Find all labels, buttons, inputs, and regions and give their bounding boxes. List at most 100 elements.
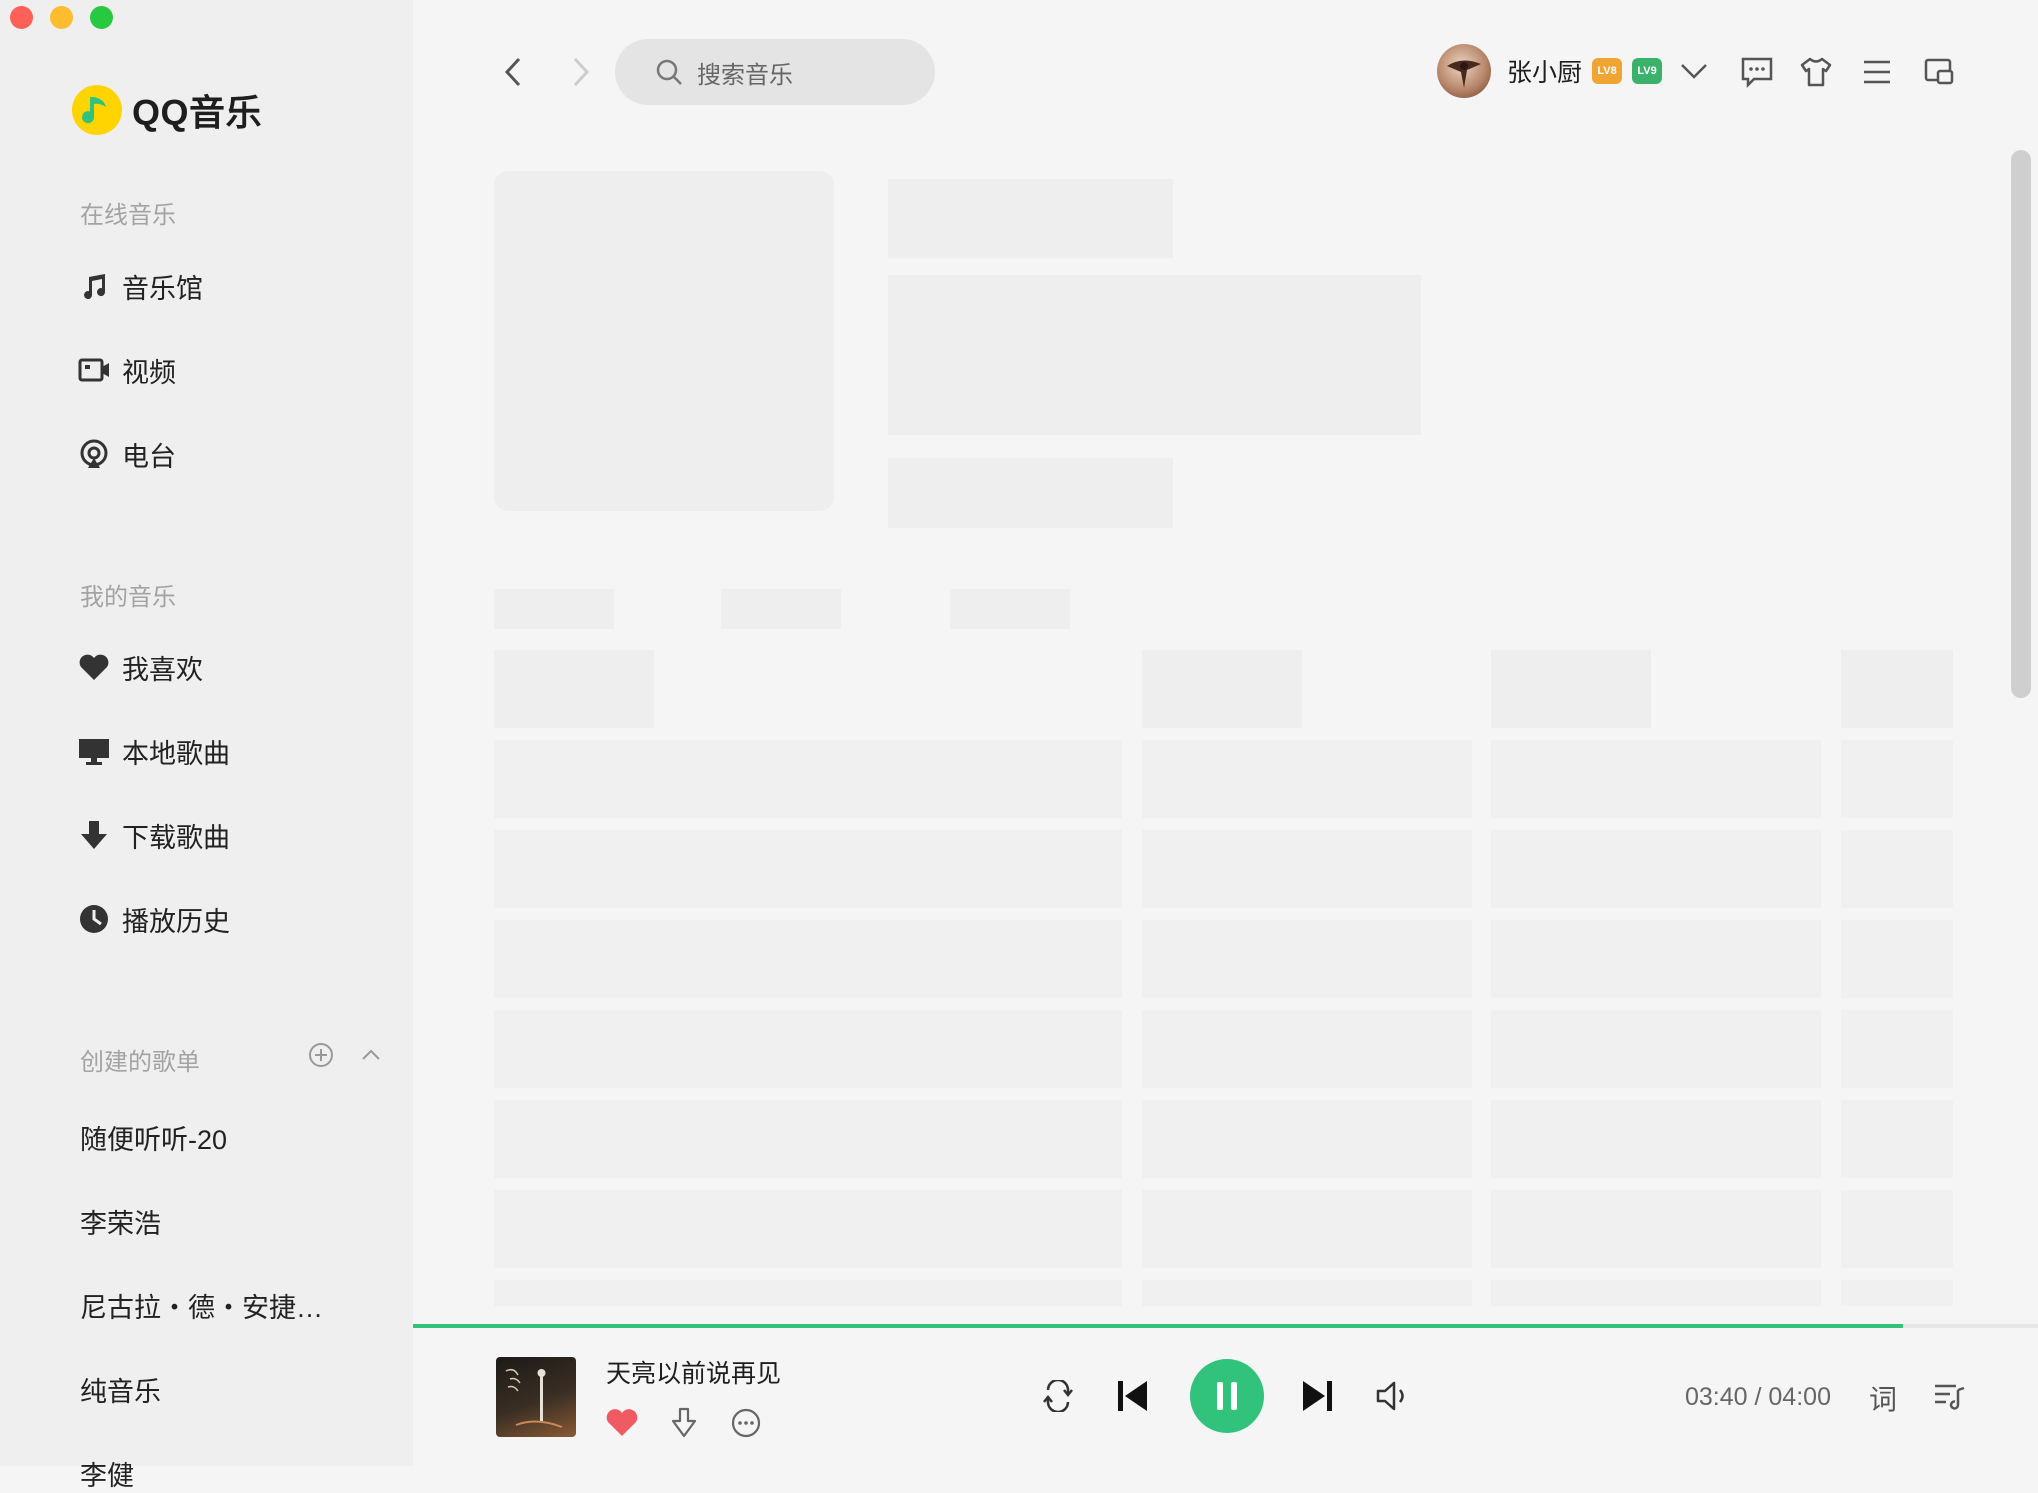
playlist-item[interactable]: 尼古拉・德・安捷… [80, 1286, 323, 1325]
search-placeholder: 搜索音乐 [697, 61, 793, 89]
sidebar-item-video[interactable]: 视频 [78, 348, 176, 392]
skeleton-row [1491, 830, 1821, 908]
chevron-down-icon[interactable] [1680, 62, 1708, 80]
sidebar-item-label: 我喜欢 [122, 654, 203, 685]
username[interactable]: 张小厨 [1507, 53, 1582, 89]
skeleton-row [1841, 1190, 1953, 1268]
user-account[interactable]: 张小厨 LV8 LV9 [1437, 44, 1708, 98]
monitor-icon [78, 735, 110, 767]
skeleton-row [1841, 740, 1953, 818]
skeleton-tab [494, 589, 614, 629]
sidebar-item-label: 下载歌曲 [122, 822, 230, 853]
collapse-chevron-up-icon[interactable] [356, 1040, 386, 1070]
song-actions [603, 1404, 789, 1442]
pause-icon [1212, 1379, 1242, 1413]
download-arrow-icon [78, 819, 110, 851]
skeleton-row [494, 1010, 1122, 1088]
skeleton-row [1841, 830, 1953, 908]
main-content: 搜索音乐 张小厨 LV8 LV9 天亮以前说再见 03:40 / 04:00 词 [413, 0, 2038, 1466]
window-maximize-button[interactable] [90, 6, 113, 29]
skeleton-row [494, 920, 1122, 998]
skeleton-cover [494, 171, 834, 511]
window-close-button[interactable] [10, 6, 33, 29]
app-window: QQ音乐 在线音乐 音乐馆 视频 电台 我的音乐 我喜欢 本地歌曲 下载歌曲 播… [0, 0, 2038, 1491]
messages-icon[interactable] [1737, 52, 1777, 92]
previous-track-icon[interactable] [1110, 1374, 1154, 1418]
clock-icon [78, 903, 110, 935]
music-note-icon [78, 270, 110, 302]
skeleton-block [888, 179, 1173, 258]
sidebar-item-label: 音乐馆 [122, 273, 203, 304]
like-heart-icon[interactable] [603, 1404, 641, 1442]
green-level-badge[interactable]: LV9 [1632, 58, 1663, 84]
skeleton-row [1491, 1010, 1821, 1088]
skeleton-row [1142, 1100, 1472, 1178]
sidebar-item-local-songs[interactable]: 本地歌曲 [78, 729, 230, 773]
menu-hamburger-icon[interactable] [1857, 52, 1897, 92]
play-pause-button[interactable] [1190, 1359, 1264, 1433]
avatar[interactable] [1437, 44, 1491, 98]
sidebar-item-label: 播放历史 [122, 906, 230, 937]
app-logo: QQ音乐 [72, 84, 262, 136]
sidebar-item-label: 电台 [122, 441, 176, 472]
skeleton-row [1841, 1010, 1953, 1088]
back-arrow-icon[interactable] [493, 52, 533, 92]
skeleton-block [888, 458, 1173, 528]
playlist-item[interactable]: 李荣浩 [80, 1202, 161, 1241]
album-cover[interactable] [496, 1357, 576, 1437]
playlist-item[interactable]: 随便听听-20 [80, 1118, 227, 1157]
time-separator: / [1747, 1383, 1769, 1411]
skeleton-row [1491, 920, 1821, 998]
search-icon [655, 58, 683, 86]
mini-mode-icon[interactable] [1919, 52, 1959, 92]
search-input[interactable]: 搜索音乐 [615, 39, 935, 105]
skeleton-row [494, 740, 1122, 818]
download-icon[interactable] [665, 1404, 703, 1442]
add-playlist-icon[interactable] [306, 1040, 336, 1070]
sidebar-item-label: 本地歌曲 [122, 738, 230, 769]
song-title[interactable]: 天亮以前说再见 [606, 1354, 781, 1390]
sidebar-item-downloads[interactable]: 下载歌曲 [78, 813, 230, 857]
heart-icon [78, 651, 110, 683]
skeleton-header [1491, 650, 1651, 728]
skeleton-row [1491, 1100, 1821, 1178]
lyrics-button[interactable]: 词 [1869, 1378, 1897, 1418]
skeleton-row [1841, 1100, 1953, 1178]
skeleton-row [494, 830, 1122, 908]
vip-level-badge[interactable]: LV8 [1592, 58, 1623, 84]
window-minimize-button[interactable] [50, 6, 73, 29]
skeleton-row [1841, 920, 1953, 998]
qq-music-logo-icon [72, 85, 122, 135]
skeleton-row [1142, 1010, 1472, 1088]
forward-arrow-icon[interactable] [561, 52, 601, 92]
playlist-item[interactable]: 李健 [80, 1454, 134, 1493]
skeleton-header [1841, 650, 1953, 728]
scrollbar-thumb[interactable] [2011, 150, 2031, 698]
sidebar: QQ音乐 在线音乐 音乐馆 视频 电台 我的音乐 我喜欢 本地歌曲 下载歌曲 播… [0, 0, 413, 1491]
section-title-my-music: 我的音乐 [80, 584, 176, 611]
sidebar-item-radio[interactable]: 电台 [78, 432, 176, 476]
skeleton-row [1142, 920, 1472, 998]
sidebar-item-music-hall[interactable]: 音乐馆 [78, 264, 203, 308]
skeleton-header [494, 650, 654, 728]
skeleton-row [1491, 1190, 1821, 1268]
skeleton-row [1142, 1280, 1472, 1306]
more-options-icon[interactable] [727, 1404, 765, 1442]
section-title-online-music: 在线音乐 [80, 202, 176, 229]
skeleton-row [1142, 740, 1472, 818]
playlist-queue-icon[interactable] [1929, 1376, 1969, 1416]
next-track-icon[interactable] [1296, 1374, 1340, 1418]
skeleton-tab [721, 589, 841, 629]
video-camera-icon [78, 354, 110, 386]
playlist-item[interactable]: 纯音乐 [80, 1370, 161, 1409]
skin-tshirt-icon[interactable] [1796, 52, 1836, 92]
volume-speaker-icon[interactable] [1373, 1376, 1413, 1416]
skeleton-row [494, 1100, 1122, 1178]
skeleton-block [888, 275, 1421, 435]
sidebar-item-favorites[interactable]: 我喜欢 [78, 645, 203, 689]
total-time: 04:00 [1768, 1383, 1831, 1411]
radio-icon [78, 438, 110, 470]
repeat-mode-icon[interactable] [1038, 1376, 1078, 1416]
skeleton-tab [950, 589, 1070, 629]
sidebar-item-history[interactable]: 播放历史 [78, 897, 230, 941]
